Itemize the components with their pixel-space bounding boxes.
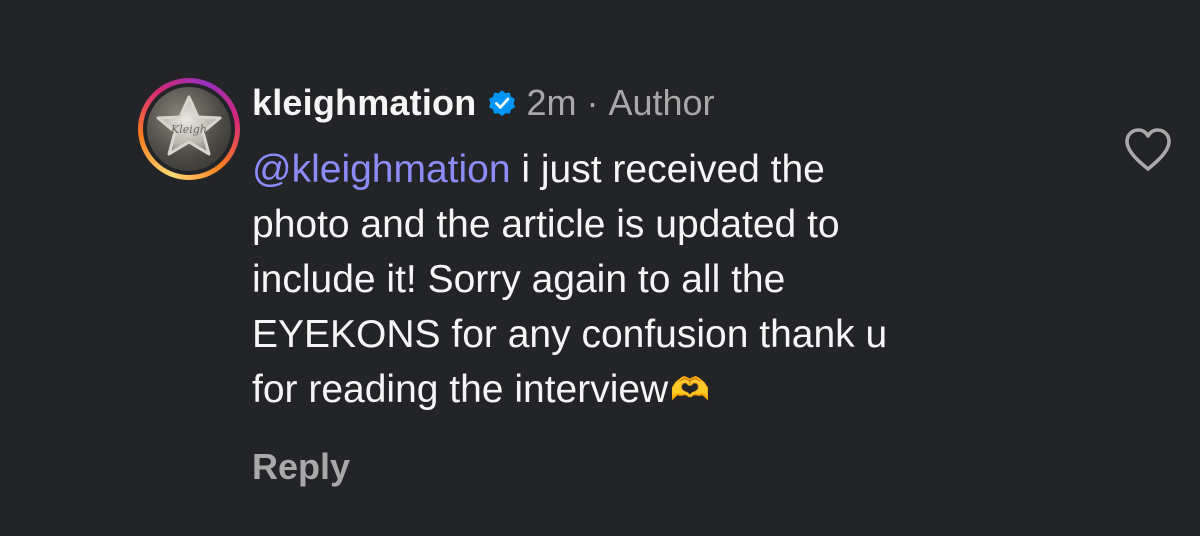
svg-text:Kleigh: Kleigh — [170, 123, 207, 136]
avatar-gap: Kleigh — [143, 83, 235, 175]
heart-outline-icon[interactable] — [1122, 126, 1174, 174]
comment-text-line: photo and the article is updated to — [252, 203, 840, 246]
author-label: Author — [608, 82, 715, 123]
comment-text: @kleighmation i just received the photo a… — [252, 142, 1092, 417]
comment-meta: 2m · Author — [526, 82, 714, 124]
comment-timestamp: 2m — [526, 82, 577, 123]
verified-badge-icon — [489, 90, 516, 117]
avatar-star-logo: Kleigh — [156, 95, 222, 156]
comment-text-line: include it! Sorry again to all the — [252, 258, 786, 301]
mention-link[interactable]: @kleighmation — [252, 148, 511, 191]
comment-text-line: EYEKONS for any confusion thank u — [252, 313, 888, 356]
comment: Kleigh kleighmation 2m · Author @kleighmat… — [0, 0, 1200, 536]
meta-separator: · — [586, 82, 599, 123]
username-link[interactable]: kleighmation — [252, 82, 476, 124]
avatar[interactable]: Kleigh — [147, 87, 231, 171]
story-ring[interactable]: Kleigh — [138, 78, 240, 180]
heart-hands-emoji: 🫶 — [670, 371, 711, 407]
reply-button[interactable]: Reply — [252, 446, 350, 488]
comment-text-line: i just received the — [510, 148, 825, 191]
comment-text-line: for reading the interview — [252, 368, 669, 411]
comment-header: kleighmation 2m · Author — [252, 80, 715, 126]
